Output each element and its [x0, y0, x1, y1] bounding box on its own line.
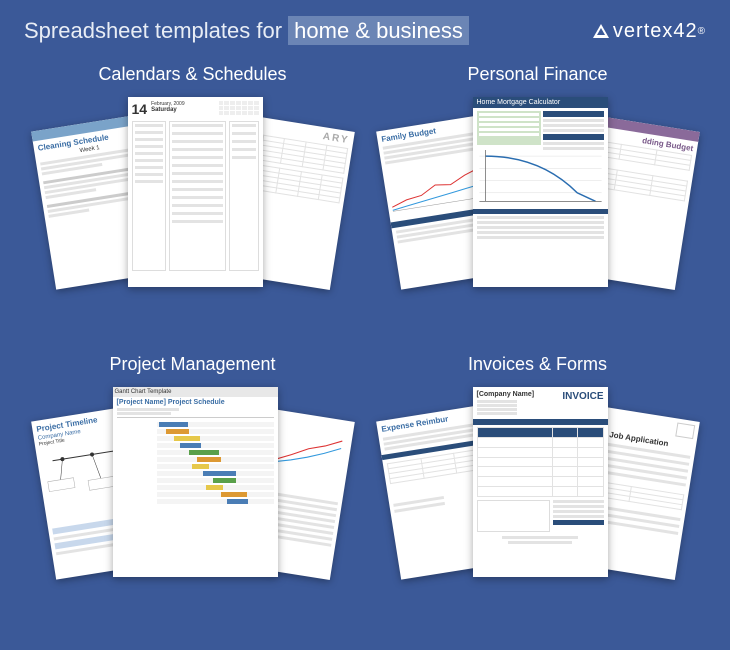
sheet-daily-planner: 14 February, 2009 Saturday	[128, 97, 263, 287]
thumbnail-fan: Cleaning Schedule Week 1 ARY	[43, 97, 343, 307]
category-invoices: Invoices & Forms Expense Reimbur Job App…	[365, 344, 710, 634]
category-title: Invoices & Forms	[468, 354, 607, 375]
sheet-gantt-chart: Gantt Chart Template [Project Name] Proj…	[113, 387, 278, 577]
sheet-title: [Project Name] Project Schedule	[117, 399, 274, 406]
thumbnail-fan: Expense Reimbur Job Application	[388, 387, 688, 597]
thumbnail-fan: Family Budget dding Budget Home Mortgage…	[388, 97, 688, 307]
planner-dow: Saturday	[151, 107, 214, 113]
sheet-title: INVOICE	[562, 391, 603, 415]
headline-prefix: Spreadsheet templates for	[24, 18, 288, 43]
category-grid: Calendars & Schedules Cleaning Schedule …	[0, 54, 730, 634]
category-title: Calendars & Schedules	[98, 64, 286, 85]
brand-logo: vertex42®	[593, 20, 706, 43]
header: Spreadsheet templates for home & busines…	[0, 0, 730, 54]
sheet-caption: Gantt Chart Template	[113, 387, 278, 397]
category-title: Personal Finance	[467, 64, 607, 85]
headline-highlight: home & business	[288, 16, 469, 45]
brand-text: vertex42	[613, 20, 698, 43]
mini-calendar	[219, 101, 259, 115]
thumbnail-fan: Project Timeline Company Name Project Ti…	[43, 387, 343, 597]
brand-triangle-icon	[593, 24, 609, 38]
category-finance: Personal Finance Family Budget dding Bud…	[365, 54, 710, 344]
brand-registered: ®	[698, 26, 706, 37]
category-project: Project Management Project Timeline Comp…	[20, 344, 365, 634]
headline: Spreadsheet templates for home & busines…	[24, 18, 469, 44]
sheet-mortgage-calculator: Home Mortgage Calculator	[473, 97, 608, 287]
sheet-invoice: [Company Name] INVOICE	[473, 387, 608, 577]
sheet-title: Home Mortgage Calculator	[473, 97, 608, 108]
mortgage-chart	[477, 150, 604, 205]
planner-day: 14	[132, 101, 148, 117]
category-calendars: Calendars & Schedules Cleaning Schedule …	[20, 54, 365, 344]
gantt-rows	[117, 417, 274, 504]
category-title: Project Management	[109, 354, 275, 375]
invoice-company: [Company Name]	[477, 391, 535, 398]
